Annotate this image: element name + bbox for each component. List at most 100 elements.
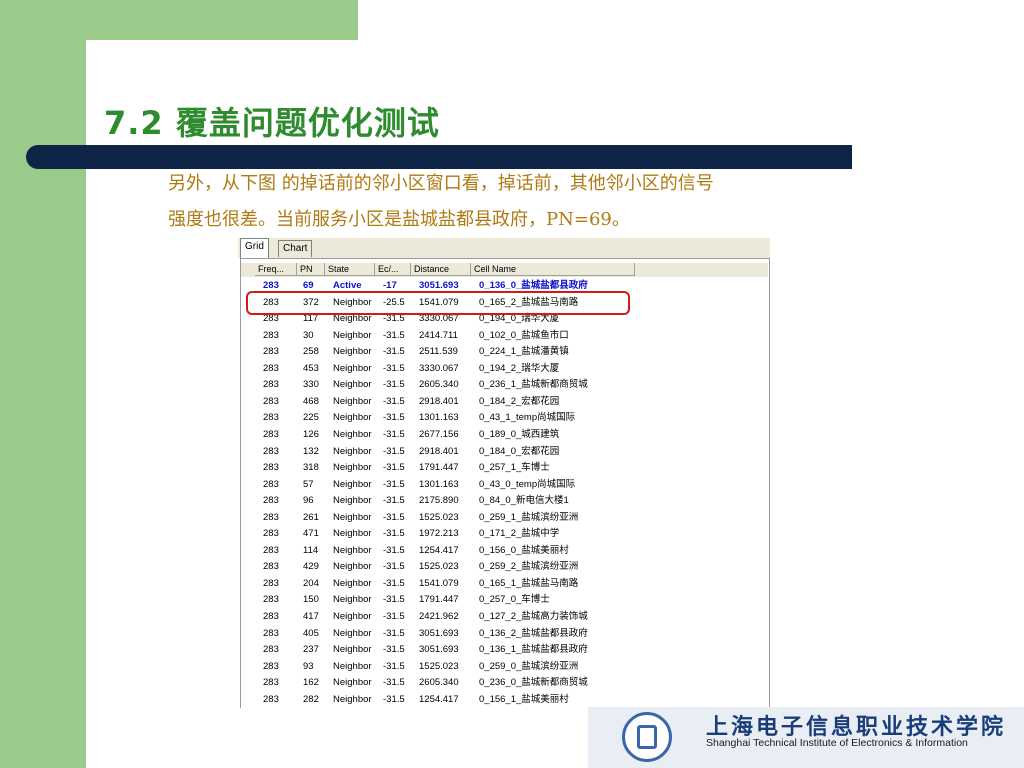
cell-pn: 405 (303, 627, 319, 639)
cell-ecio: -31.5 (383, 362, 405, 374)
table-row[interactable]: 283 204 Neighbor -31.5 1541.079 0_165_1_盐城盐马南… (241, 576, 768, 592)
cell-freq: 283 (263, 495, 279, 507)
cell-state: Neighbor (333, 346, 372, 358)
table-row[interactable]: 283 282 Neighbor -31.5 1254.417 0_156_1_盐城美丽村 (241, 692, 768, 708)
cell-freq: 283 (263, 346, 279, 358)
cell-distance: 1791.447 (419, 594, 459, 606)
cell-state: Neighbor (333, 544, 372, 556)
cell-pn: 330 (303, 379, 319, 391)
table-row[interactable]: 283 471 Neighbor -31.5 1972.213 0_171_2_盐城中学 (241, 526, 768, 542)
table-row[interactable]: 283 114 Neighbor -31.5 1254.417 0_156_0_盐城美丽村 (241, 543, 768, 559)
cell-pn: 318 (303, 462, 319, 474)
cell-pn: 468 (303, 395, 319, 407)
table-row[interactable]: 283 225 Neighbor -31.5 1301.163 0_43_1_temp尚城… (241, 410, 768, 426)
table-row[interactable]: 283 30 Neighbor -31.5 2414.711 0_102_0_盐城鱼市口 (241, 328, 768, 344)
cell-distance: 2511.539 (419, 346, 458, 358)
logo-english-name: Shanghai Technical Institute of Electron… (706, 737, 968, 749)
cell-name: 0_136_1_盐城盐都县政府 (479, 644, 588, 656)
cell-freq: 283 (263, 445, 279, 457)
table-row[interactable]: 283 318 Neighbor -31.5 1791.447 0_257_1_车博士 (241, 460, 768, 476)
cell-name: 0_184_0_宏都花园 (479, 445, 560, 457)
cell-state: Neighbor (333, 511, 372, 523)
cell-state: Neighbor (333, 611, 372, 622)
cell-state: Neighbor (333, 627, 372, 639)
cell-distance: 2605.340 (419, 677, 459, 689)
cell-name: 0_259_1_盐城滨纷亚洲 (479, 511, 579, 523)
table-row[interactable]: 283 132 Neighbor -31.5 2918.401 0_184_0_宏都花园 (241, 444, 768, 460)
cell-freq: 283 (263, 329, 279, 341)
cell-name: 0_156_0_盐城美丽村 (479, 544, 569, 556)
table-row[interactable]: 283 429 Neighbor -31.5 1525.023 0_259_2_盐城滨纷亚… (241, 559, 768, 575)
cell-ecio: -31.5 (383, 478, 405, 490)
tab-chart[interactable]: Chart (278, 240, 313, 257)
cell-ecio: -31.5 (383, 379, 405, 391)
table-row[interactable]: 283 417 Neighbor -31.5 2421.962 0_127_2_盐城高力装… (241, 609, 768, 625)
cell-pn: 471 (303, 528, 319, 540)
left-green-band (0, 0, 86, 768)
cell-name: 0_236_1_盐城新都商贸城 (479, 379, 588, 391)
cell-ecio: -31.5 (383, 660, 405, 672)
cell-ecio: -31.5 (383, 329, 405, 341)
table-row[interactable]: 283 126 Neighbor -31.5 2677.156 0_189_0_城西建筑 (241, 427, 768, 443)
cell-distance: 1525.023 (419, 511, 459, 523)
tab-grid[interactable]: Grid (240, 238, 269, 258)
cell-pn: 429 (303, 561, 319, 573)
table-row[interactable]: 283 405 Neighbor -31.5 3051.693 0_136_2_盐城盐都县… (241, 626, 768, 642)
table-row[interactable]: 283 261 Neighbor -31.5 1525.023 0_259_1_盐城滨纷亚… (241, 510, 768, 526)
cell-ecio: -31.5 (383, 395, 405, 407)
cell-ecio: -31.5 (383, 495, 405, 507)
cell-ecio: -31.5 (383, 577, 405, 589)
cell-pn: 453 (303, 362, 319, 374)
table-row[interactable]: 283 468 Neighbor -31.5 2918.401 0_184_2_宏都花园 (241, 394, 768, 410)
table-row[interactable]: 283 150 Neighbor -31.5 1791.447 0_257_0_车博士 (241, 592, 768, 608)
cell-state: Neighbor (333, 594, 372, 606)
cell-name: 0_84_0_新电信大楼1 (479, 495, 569, 507)
cell-name: 0_102_0_盐城鱼市口 (479, 329, 569, 341)
cell-ecio: -31.5 (383, 594, 405, 606)
cell-freq: 283 (263, 611, 279, 622)
cell-ecio: -31.5 (383, 528, 405, 540)
grid-header: Freq... PN State Ec/... Distance Cell Na… (241, 263, 768, 277)
table-row[interactable]: 283 237 Neighbor -31.5 3051.693 0_136_1_盐城盐都县… (241, 642, 768, 658)
table-row[interactable]: 283 330 Neighbor -31.5 2605.340 0_236_1_盐城新都商… (241, 377, 768, 393)
cell-ecio: -31.5 (383, 627, 405, 639)
cell-pn: 258 (303, 346, 319, 358)
cell-freq: 283 (263, 693, 279, 705)
cell-freq: 283 (263, 428, 279, 440)
cell-distance: 1791.447 (419, 462, 459, 474)
cell-state: Neighbor (333, 412, 372, 424)
column-header-ecio[interactable]: Ec/... (375, 263, 411, 276)
cell-freq: 283 (263, 627, 279, 639)
cell-freq: 283 (263, 644, 279, 656)
table-row[interactable]: 283 453 Neighbor -31.5 3330.067 0_194_2_瑞华大厦 (241, 361, 768, 377)
cell-name: 0_194_2_瑞华大厦 (479, 362, 560, 374)
cell-state: Neighbor (333, 495, 372, 507)
table-row[interactable]: 283 162 Neighbor -31.5 2605.340 0_236_0_盐城新都商… (241, 675, 768, 691)
cell-pn: 132 (303, 445, 319, 457)
column-header-state[interactable]: State (325, 263, 375, 276)
column-header-freq[interactable]: Freq... (255, 263, 297, 276)
cell-ecio: -31.5 (383, 561, 405, 573)
cell-state: Neighbor (333, 395, 372, 407)
cell-distance: 3051.693 (419, 627, 459, 639)
cell-ecio: -31.5 (383, 346, 405, 358)
cell-distance: 3051.693 (419, 644, 459, 656)
cell-pn: 93 (303, 660, 314, 672)
institute-emblem-icon (622, 712, 672, 762)
table-row[interactable]: 283 93 Neighbor -31.5 1525.023 0_259_0_盐城滨纷亚洲 (241, 659, 768, 675)
cell-distance: 2175.890 (419, 495, 459, 507)
table-row[interactable]: 283 258 Neighbor -31.5 2511.539 0_224_1_盐城潘黄镇 (241, 344, 768, 360)
cell-state: Neighbor (333, 644, 372, 656)
cell-pn: 150 (303, 594, 319, 606)
column-header-pn[interactable]: PN (297, 263, 325, 276)
table-row[interactable]: 283 57 Neighbor -31.5 1301.163 0_43_0_temp尚城国… (241, 477, 768, 493)
cell-distance: 3330.067 (419, 362, 459, 374)
column-header-distance[interactable]: Distance (411, 263, 471, 276)
table-row[interactable]: 283 96 Neighbor -31.5 2175.890 0_84_0_新电信大楼1 (241, 493, 768, 509)
cell-freq: 283 (263, 395, 279, 407)
slide-body: 另外，从下图 的掉话前的邻小区窗口看，掉话前，其他邻小区的信号 强度也很差。当前… (168, 166, 858, 238)
cell-freq: 283 (263, 528, 279, 540)
cell-distance: 1525.023 (419, 561, 459, 573)
slide-title: 7.2 覆盖问题优化测试 (104, 104, 440, 142)
column-header-cell-name[interactable]: Cell Name (471, 263, 635, 276)
